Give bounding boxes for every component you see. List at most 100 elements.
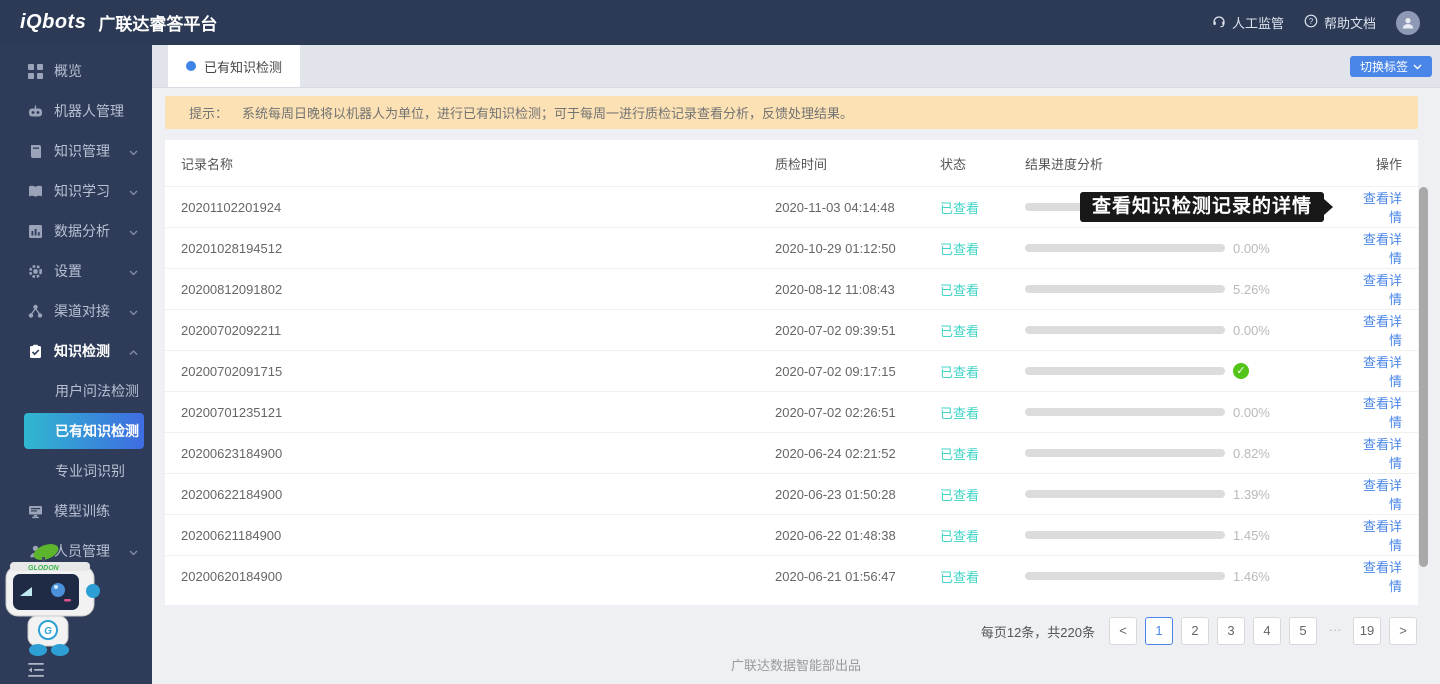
sidebar-item-knowledge-detection[interactable]: 知识检测 [0, 331, 152, 371]
sidebar-item-channel-integration[interactable]: 渠道对接 [0, 291, 152, 331]
action-cell: 查看详情 [1355, 188, 1402, 226]
progress-percent: 0.82% [1233, 446, 1270, 461]
page-button-3[interactable]: 3 [1217, 617, 1245, 645]
chevron-down-icon [1413, 64, 1422, 70]
progress-percent: 1.45% [1233, 528, 1270, 543]
view-details-link[interactable]: 查看详情 [1363, 560, 1402, 594]
menu-fold-icon[interactable] [28, 662, 46, 678]
record-name-cell: 20201102201924 [181, 200, 775, 215]
monitor-icon [28, 504, 43, 519]
app-header: iQbots 广联达睿答平台 人工监管 ? 帮助文档 [0, 0, 1440, 45]
main-content: 提示： 系统每周日晚将以机器人为单位，进行已有知识检测；可于每周一进行质检记录查… [152, 88, 1440, 684]
view-details-link[interactable]: 查看详情 [1363, 437, 1402, 471]
view-details-link[interactable]: 查看详情 [1363, 396, 1402, 430]
progress-cell: 0.00% [1025, 241, 1355, 256]
pagination-ellipsis[interactable]: ··· [1325, 617, 1345, 645]
records-table-card: 记录名称 质检时间 状态 结果进度分析 操作 20201102201924202… [165, 140, 1418, 605]
table-row: 202006221849002020-06-23 01:50:28已查看1.39… [165, 473, 1418, 514]
sidebar-item-label: 渠道对接 [54, 301, 129, 321]
table-row: 202010281945122020-10-29 01:12:50已查看0.00… [165, 227, 1418, 268]
sidebar-item-label: 知识管理 [54, 141, 129, 161]
view-details-link[interactable]: 查看详情 [1363, 273, 1402, 307]
page-button-2[interactable]: 2 [1181, 617, 1209, 645]
svg-text:?: ? [1309, 17, 1314, 26]
mascot-robot: GLODON G [0, 544, 108, 662]
progress-cell: 1.39% [1025, 487, 1355, 502]
progress-percent: 0.00% [1233, 405, 1270, 420]
sidebar-subitem-existing-knowledge-detection[interactable]: 已有知识检测 [24, 413, 144, 449]
pagination: 每页12条，共220条 <12345···19> [152, 617, 1417, 645]
sidebar-item-label: 模型训练 [54, 501, 138, 521]
robot-icon [28, 104, 43, 119]
page-button-1[interactable]: 1 [1145, 617, 1173, 645]
network-icon [28, 304, 43, 319]
page-button-19[interactable]: 19 [1353, 617, 1381, 645]
progress-bar [1025, 244, 1225, 252]
col-status: 状态 [940, 154, 1025, 173]
view-details-link[interactable]: 查看详情 [1363, 478, 1402, 512]
sidebar-item-overview[interactable]: 概览 [0, 51, 152, 91]
check-time-cell: 2020-07-02 09:39:51 [775, 323, 940, 338]
table-row: 202006211849002020-06-22 01:48:38已查看1.45… [165, 514, 1418, 555]
record-name-cell: 20200701235121 [181, 405, 775, 420]
status-badge: 已查看 [940, 362, 1025, 381]
status-badge: 已查看 [940, 321, 1025, 340]
headset-icon [1212, 14, 1226, 31]
record-name-cell: 20200622184900 [181, 487, 775, 502]
view-details-link[interactable]: 查看详情 [1363, 519, 1402, 553]
progress-bar [1025, 449, 1225, 457]
sidebar-subitem-user-question-detection[interactable]: 用户问法检测 [0, 371, 152, 411]
view-details-link[interactable]: 查看详情 [1363, 314, 1402, 348]
progress-bar [1025, 531, 1225, 539]
record-name-cell: 20200702092211 [181, 323, 775, 338]
chevron-down-icon [129, 223, 138, 239]
sidebar-item-label: 设置 [54, 261, 129, 281]
switch-tags-button[interactable]: 切换标签 [1350, 56, 1432, 77]
check-time-cell: 2020-07-02 02:26:51 [775, 405, 940, 420]
col-check-time: 质检时间 [775, 154, 940, 173]
sidebar-item-knowledge-management[interactable]: 知识管理 [0, 131, 152, 171]
record-name-cell: 20200621184900 [181, 528, 775, 543]
progress-percent: 0.00% [1233, 241, 1270, 256]
table-row: 202007020917152020-07-02 09:17:15已查看✓查看详… [165, 350, 1418, 391]
progress-bar [1025, 326, 1225, 334]
progress-cell: 0.00% [1025, 323, 1355, 338]
view-details-link[interactable]: 查看详情 [1363, 355, 1402, 389]
status-badge: 已查看 [940, 239, 1025, 258]
status-badge: 已查看 [940, 403, 1025, 422]
prev-page-button[interactable]: < [1109, 617, 1137, 645]
gear-icon [28, 264, 43, 279]
overview-icon [28, 64, 43, 79]
check-time-cell: 2020-07-02 09:17:15 [775, 364, 940, 379]
sidebar-item-label: 机器人管理 [54, 101, 138, 121]
view-details-link[interactable]: 查看详情 [1363, 191, 1402, 225]
page-button-5[interactable]: 5 [1289, 617, 1317, 645]
help-docs-link[interactable]: ? 帮助文档 [1304, 13, 1376, 32]
check-time-cell: 2020-11-03 04:14:48 [775, 200, 940, 215]
open-book-icon [28, 184, 43, 199]
tab-existing-knowledge-detection[interactable]: 已有知识检测 [168, 45, 300, 87]
user-avatar[interactable] [1396, 11, 1420, 35]
notice-banner: 提示： 系统每周日晚将以机器人为单位，进行已有知识检测；可于每周一进行质检记录查… [165, 96, 1418, 129]
vertical-scrollbar-thumb[interactable] [1419, 187, 1428, 567]
action-cell: 查看详情 [1355, 434, 1402, 472]
sidebar-item-data-analysis[interactable]: 数据分析 [0, 211, 152, 251]
progress-cell: 1.46% [1025, 569, 1355, 584]
next-page-button[interactable]: > [1389, 617, 1417, 645]
notice-text: 系统每周日晚将以机器人为单位，进行已有知识检测；可于每周一进行质检记录查看分析，… [242, 103, 853, 122]
progress-cell: ✓ [1025, 363, 1355, 379]
sidebar-item-model-training[interactable]: 模型训练 [0, 491, 152, 531]
sidebar-item-robot-management[interactable]: 机器人管理 [0, 91, 152, 131]
progress-bar [1025, 572, 1225, 580]
sidebar-item-knowledge-learning[interactable]: 知识学习 [0, 171, 152, 211]
manual-supervision-link[interactable]: 人工监管 [1212, 13, 1284, 32]
view-details-link[interactable]: 查看详情 [1363, 232, 1402, 266]
progress-cell: 5.26% [1025, 282, 1355, 297]
page-button-4[interactable]: 4 [1253, 617, 1281, 645]
chevron-down-icon [129, 143, 138, 159]
sidebar-subitem-professional-word-recognition[interactable]: 专业词识别 [0, 451, 152, 491]
progress-cell: 1.45% [1025, 528, 1355, 543]
sidebar-item-settings[interactable]: 设置 [0, 251, 152, 291]
check-time-cell: 2020-06-24 02:21:52 [775, 446, 940, 461]
action-cell: 查看详情 [1355, 516, 1402, 554]
